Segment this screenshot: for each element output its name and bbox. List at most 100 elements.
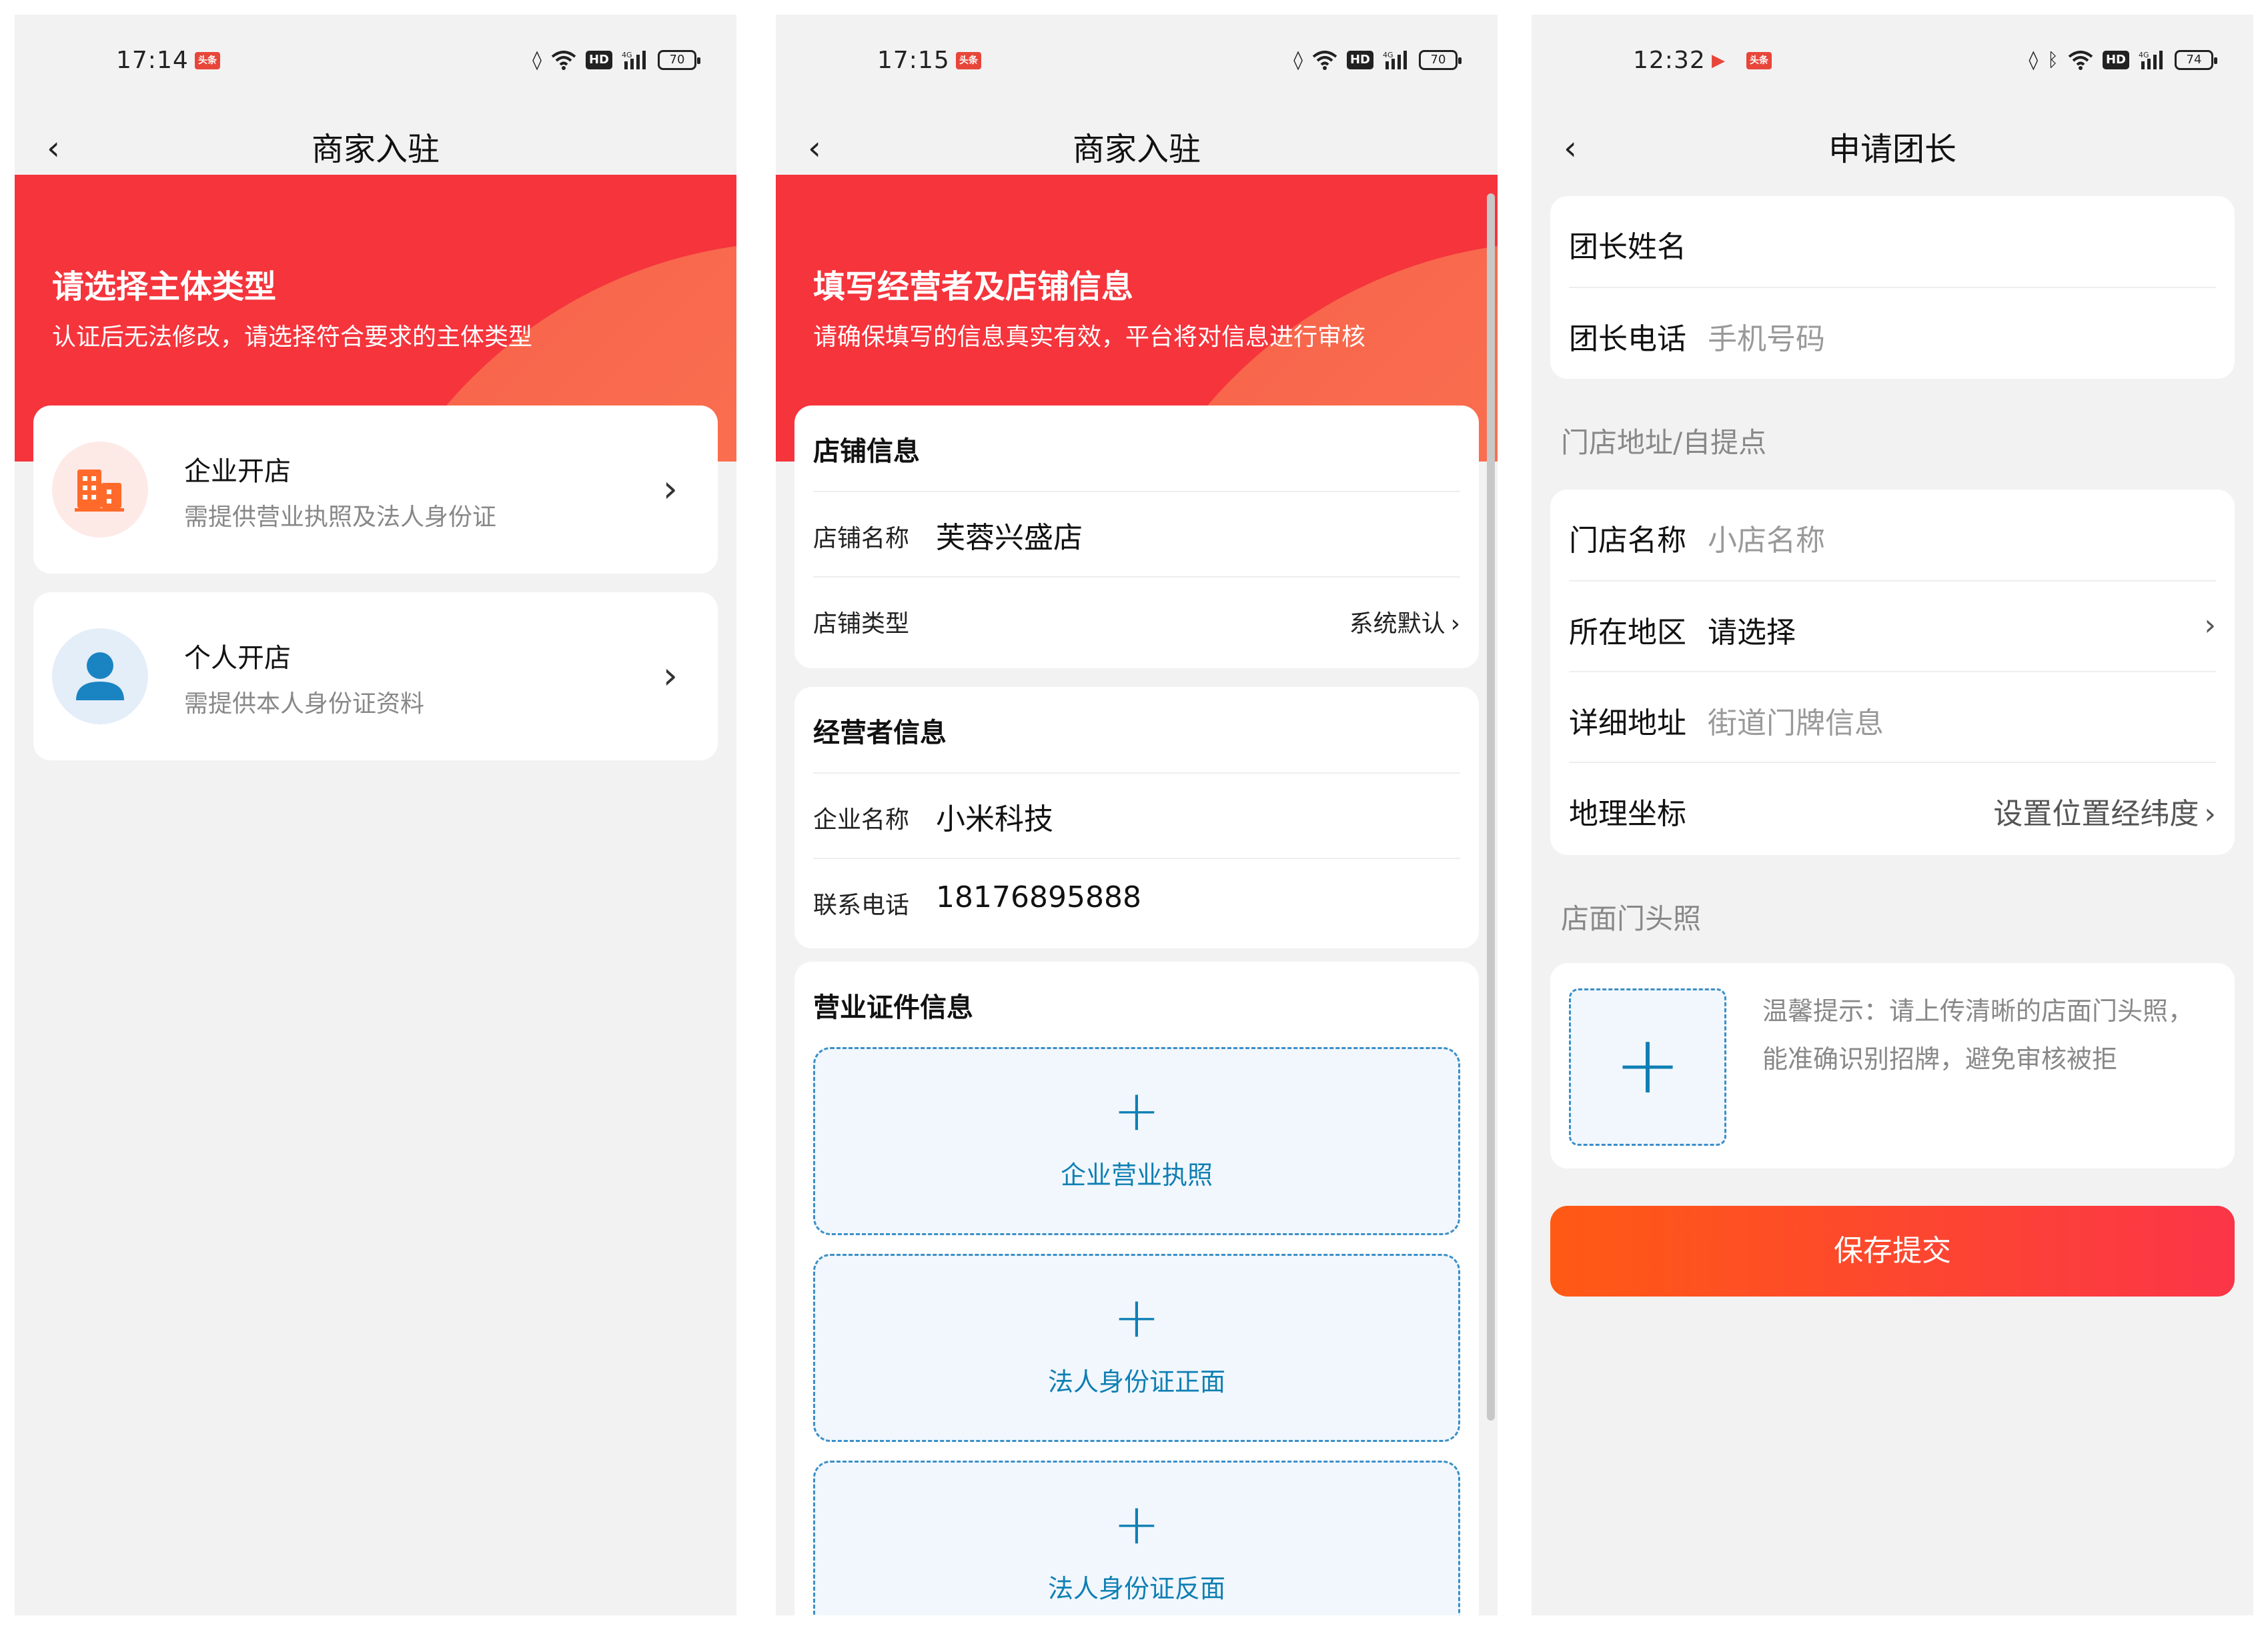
region-label: 所在地区 [1569, 616, 1686, 650]
battery-icon: 70 [1419, 50, 1462, 70]
store-name-row[interactable]: 门店名称 小店名称 [1569, 490, 2216, 580]
banner-title: 填写经营者及店铺信息 [813, 268, 1134, 305]
page-title: 商家入驻 [1072, 131, 1201, 168]
status-time: 17:14 [116, 47, 189, 74]
option-title: 企业开店 [184, 456, 291, 487]
address-card: 门店名称 小店名称 所在地区 请选择 › 详细地址 街道门牌信息 地理坐标 设置… [1550, 490, 2235, 855]
status-time: 17:15 [877, 47, 950, 74]
signal-icon: 4G [2139, 51, 2163, 69]
toutiao-badge-icon: 头条 [195, 52, 220, 69]
phone-screen-apply-leader: 12:32 ▶ 头条 ◊ ᛒ HD 4G 74 ‹ 申请团长 团长姓名 团长电话… [1532, 15, 2253, 1615]
store-name-input[interactable]: 小店名称 [1708, 516, 1825, 559]
photo-tip: 温馨提示：请上传清晰的店面门头照，能准确识别招牌，避免审核被拒 [1762, 996, 2194, 1074]
leader-info-card: 团长姓名 团长电话 手机号码 [1550, 196, 2235, 379]
detail-address-row[interactable]: 详细地址 街道门牌信息 [1569, 671, 2216, 762]
region-row[interactable]: 所在地区 请选择 › [1569, 580, 2216, 671]
phone-label: 联系电话 [813, 892, 910, 919]
leader-phone-label: 团长电话 [1569, 322, 1686, 356]
section-title: 营业证件信息 [813, 992, 973, 1023]
company-name-label: 企业名称 [813, 806, 910, 834]
region-select[interactable]: 请选择 [1708, 608, 1796, 651]
coordinates-label: 地理坐标 [1569, 797, 1686, 831]
phone-row[interactable]: 联系电话 18176895888 [813, 858, 1460, 948]
upload-label: 法人身份证正面 [1047, 1367, 1225, 1397]
option-subtitle: 需提供本人身份证资料 [184, 690, 425, 718]
building-icon [52, 442, 148, 538]
company-name-row[interactable]: 企业名称 小米科技 [813, 772, 1460, 858]
store-name-label: 店铺名称 [813, 525, 910, 552]
option-subtitle: 需提供营业执照及法人身份证 [184, 504, 497, 531]
app-notification-icon: ▶ [1712, 51, 1725, 71]
plus-icon: + [1113, 1491, 1161, 1557]
license-info-card: 营业证件信息 + 企业营业执照 + 法人身份证正面 + 法人身份证反面 [794, 962, 1479, 1615]
upload-business-license[interactable]: + 企业营业执照 [813, 1047, 1460, 1235]
data-saver-icon: ◊ [1293, 49, 1303, 71]
data-saver-icon: ◊ [2029, 49, 2039, 71]
storefront-photo-card: + 温馨提示：请上传清晰的店面门头照，能准确识别招牌，避免审核被拒 [1550, 963, 2235, 1168]
leader-phone-input[interactable]: 手机号码 [1708, 315, 1825, 357]
hd-icon: HD [585, 51, 612, 69]
save-submit-button[interactable]: 保存提交 [1550, 1206, 2235, 1297]
status-bar: 17:14 头条 ◊ HD 4G 70 [15, 15, 736, 108]
chevron-right-icon: › [1450, 610, 1460, 638]
scrollbar[interactable] [1487, 193, 1495, 1421]
photo-section-label: 店面门头照 [1561, 902, 1702, 935]
plus-icon: + [1113, 1285, 1161, 1350]
operator-info-card: 经营者信息 企业名称 小米科技 联系电话 18176895888 [794, 687, 1479, 948]
leader-phone-row[interactable]: 团长电话 手机号码 [1569, 287, 2216, 377]
upload-id-back[interactable]: + 法人身份证反面 [813, 1461, 1460, 1615]
banner-subtitle: 认证后无法修改，请选择符合要求的主体类型 [52, 323, 533, 351]
phone-screen-merchant-info: 17:15 头条 ◊ HD 4G 70 ‹ 商家入驻 填写经营者及店铺信息 请确… [776, 15, 1498, 1615]
svg-text:4G: 4G [1383, 51, 1393, 59]
svg-text:4G: 4G [622, 51, 632, 59]
store-name-row[interactable]: 店铺名称 芙蓉兴盛店 [813, 491, 1460, 576]
store-type-row[interactable]: 店铺类型 系统默认 › [813, 576, 1460, 668]
store-type-value: 系统默认 › [1349, 604, 1460, 639]
set-coordinates-text: 设置位置经纬度 [1993, 797, 2199, 831]
data-saver-icon: ◊ [532, 49, 542, 71]
wifi-icon [1312, 51, 1337, 70]
upload-label: 企业营业执照 [1060, 1160, 1213, 1190]
wifi-icon [2068, 51, 2093, 70]
upload-id-front[interactable]: + 法人身份证正面 [813, 1254, 1460, 1442]
person-icon [52, 628, 148, 724]
toutiao-badge-icon: 头条 [956, 52, 981, 69]
bluetooth-icon: ᛒ [2047, 49, 2059, 71]
detail-address-label: 详细地址 [1569, 706, 1686, 740]
store-type-text: 系统默认 [1349, 610, 1446, 638]
banner-subtitle: 请确保填写的信息真实有效，平台将对信息进行审核 [813, 323, 1366, 351]
leader-name-row[interactable]: 团长姓名 [1569, 196, 2216, 287]
chevron-right-icon: › [662, 654, 678, 698]
coordinates-row[interactable]: 地理坐标 设置位置经纬度 › [1569, 762, 2216, 855]
detail-address-input[interactable]: 街道门牌信息 [1708, 699, 1884, 742]
option-enterprise[interactable]: 企业开店 需提供营业执照及法人身份证 › [33, 405, 718, 574]
store-type-label: 店铺类型 [813, 610, 910, 638]
banner-title: 请选择主体类型 [52, 268, 277, 305]
store-name-label: 门店名称 [1569, 524, 1686, 558]
leader-name-label: 团长姓名 [1569, 230, 1686, 264]
status-bar: 12:32 ▶ 头条 ◊ ᛒ HD 4G 74 [1532, 15, 2253, 108]
signal-icon: 4G [622, 51, 646, 69]
set-coordinates-link[interactable]: 设置位置经纬度 › [1993, 790, 2216, 832]
battery-icon: 70 [658, 50, 700, 70]
page-title: 申请团长 [1828, 131, 1956, 168]
hd-icon: HD [2102, 51, 2129, 69]
section-title: 经营者信息 [813, 718, 947, 748]
upload-storefront-photo[interactable]: + [1569, 988, 1726, 1146]
hd-icon: HD [1346, 51, 1373, 69]
option-personal[interactable]: 个人开店 需提供本人身份证资料 › [33, 592, 718, 760]
plus-icon: + [1113, 1078, 1161, 1143]
company-name-value: 小米科技 [936, 802, 1053, 836]
status-icons: ◊ HD 4G 70 [1293, 48, 1462, 72]
phone-value: 18176895888 [936, 880, 1141, 914]
plus-icon: + [1614, 1019, 1682, 1112]
address-section-label: 门店地址/自提点 [1561, 426, 1767, 459]
chevron-right-icon: › [2204, 797, 2216, 831]
status-bar: 17:15 头条 ◊ HD 4G 70 [776, 15, 1498, 108]
store-name-value: 芙蓉兴盛店 [936, 521, 1083, 555]
section-title: 店铺信息 [813, 436, 920, 467]
phone-screen-select-type: 17:14 头条 ◊ HD 4G 70 ‹ 商家入驻 请选择主体类型 认证后无法… [15, 15, 736, 1615]
store-info-card: 店铺信息 店铺名称 芙蓉兴盛店 店铺类型 系统默认 › [794, 405, 1479, 668]
status-icons: ◊ ᛒ HD 4G 74 [2029, 48, 2217, 72]
toutiao-badge-icon: 头条 [1746, 52, 1772, 69]
